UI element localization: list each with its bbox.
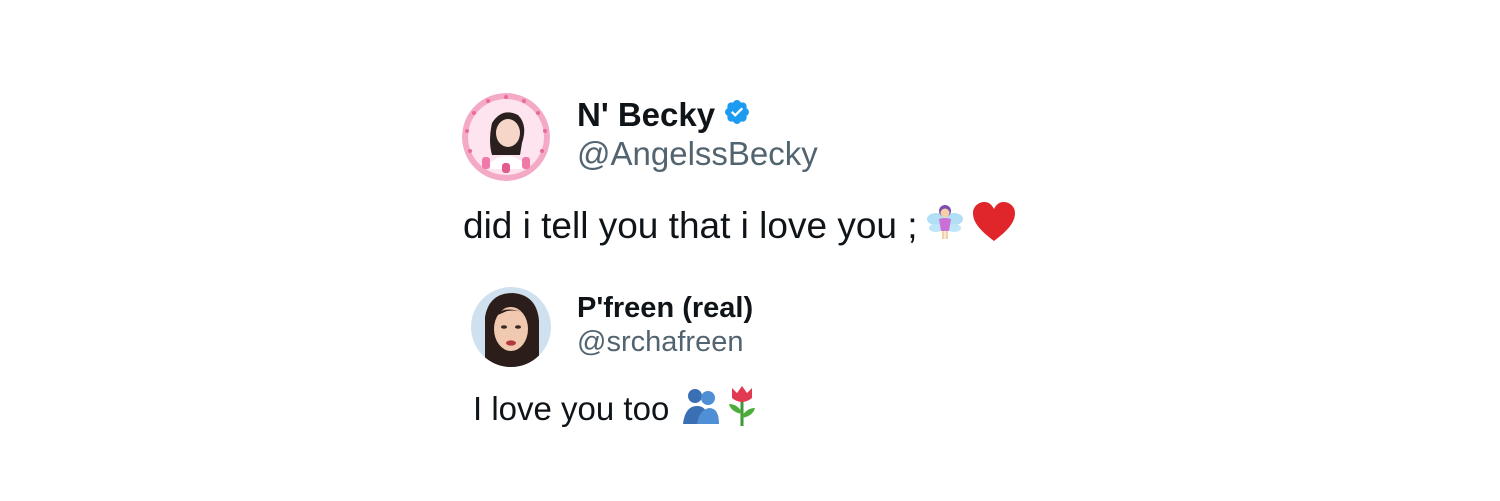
user-handle[interactable]: @srchafreen: [577, 326, 743, 359]
user-handle[interactable]: @AngelssBecky: [577, 135, 818, 173]
tweet-text-row: I love you too: [473, 384, 757, 434]
tweet-text-row: did i tell you that i love you ;: [463, 200, 1016, 252]
display-name[interactable]: P'freen (real): [577, 292, 753, 325]
screenshot-canvas: N' Becky @AngelssBecky did i tell you th…: [0, 0, 1500, 501]
display-name[interactable]: N' Becky: [577, 96, 715, 134]
tulip-emoji-icon: [727, 384, 757, 434]
avatar[interactable]: [471, 287, 551, 367]
tweet-text: did i tell you that i love you ;: [463, 205, 918, 246]
fairy-emoji-icon: [924, 201, 966, 252]
avatar[interactable]: [462, 93, 550, 181]
red-heart-emoji-icon: [972, 201, 1016, 252]
display-name-row[interactable]: N' Becky: [577, 94, 751, 136]
tweet-text: I love you too: [473, 390, 670, 427]
people-hugging-emoji-icon: [681, 386, 721, 432]
display-name-row[interactable]: P'freen (real): [577, 289, 753, 327]
verified-badge-icon: [723, 96, 751, 134]
